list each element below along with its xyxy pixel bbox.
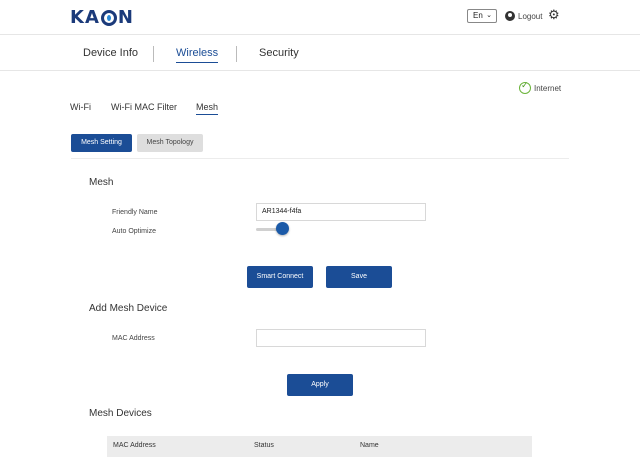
- mesh-setting-tab[interactable]: Mesh Setting: [71, 134, 132, 152]
- logout-label: Logout: [518, 11, 543, 21]
- friendly-name-input[interactable]: AR1344-f4fa: [256, 203, 426, 221]
- mac-address-label: MAC Address: [112, 335, 155, 342]
- auto-optimize-toggle-knob[interactable]: [276, 222, 289, 235]
- logo-o-icon: [100, 9, 117, 26]
- subtab-mesh[interactable]: Mesh: [196, 102, 219, 115]
- column-header-status: Status: [254, 442, 274, 449]
- tab-separator: [153, 46, 154, 62]
- top-nav: Device Info Wireless Security: [0, 36, 640, 71]
- user-icon: [505, 11, 515, 21]
- smart-connect-button[interactable]: Smart Connect: [247, 266, 313, 288]
- tab-wireless[interactable]: Wireless: [176, 47, 219, 63]
- mesh-devices-section-title: Mesh Devices: [89, 408, 152, 419]
- mac-address-input[interactable]: [256, 329, 426, 347]
- gear-icon[interactable]: ⚙: [548, 8, 560, 22]
- internet-label: Internet: [534, 83, 562, 93]
- internet-status: Internet: [519, 80, 562, 94]
- auto-optimize-label: Auto Optimize: [112, 228, 156, 235]
- section-divider: [71, 158, 569, 159]
- apply-button[interactable]: Apply: [287, 374, 353, 396]
- language-select[interactable]: En ⌄: [467, 9, 497, 23]
- tab-security[interactable]: Security: [259, 47, 299, 59]
- column-header-name: Name: [360, 442, 379, 449]
- internet-globe-icon: [519, 80, 531, 94]
- mesh-section-title: Mesh: [89, 177, 114, 188]
- save-button[interactable]: Save: [326, 266, 392, 288]
- tab-device-info[interactable]: Device Info: [83, 47, 138, 59]
- header-bar: KA N En ⌄ Logout ⚙: [0, 0, 640, 35]
- friendly-name-label: Friendly Name: [112, 209, 158, 216]
- kaon-logo[interactable]: KA N: [70, 7, 134, 28]
- tab-separator: [236, 46, 237, 62]
- column-header-mac: MAC Address: [113, 442, 156, 449]
- mesh-devices-table-header: MAC Address Status Name: [107, 436, 532, 457]
- subtab-wifi-mac-filter[interactable]: Wi-Fi MAC Filter: [111, 102, 177, 112]
- language-value: En: [473, 11, 483, 20]
- subtab-wifi[interactable]: Wi-Fi: [70, 102, 91, 112]
- mesh-topology-tab[interactable]: Mesh Topology: [137, 134, 203, 152]
- logout-button[interactable]: Logout: [505, 9, 542, 23]
- add-mesh-section-title: Add Mesh Device: [89, 303, 168, 314]
- chevron-down-icon: ⌄: [486, 12, 492, 19]
